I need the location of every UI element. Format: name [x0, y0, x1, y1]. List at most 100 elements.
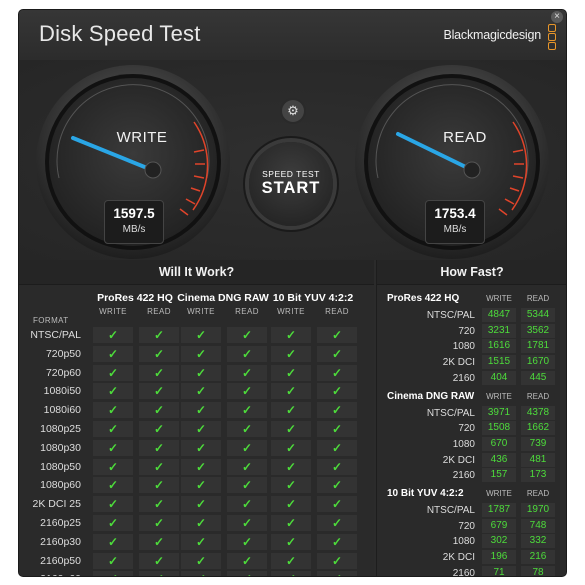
format-row: 2160p30 ✓ ✓ ✓ ✓ ✓ ✓ — [19, 533, 374, 551]
check-icon: ✓ — [93, 571, 133, 576]
how-fast-row: 1080 302 332 — [377, 534, 566, 549]
read-speed-unit: MB/s — [443, 224, 467, 235]
check-icon: ✓ — [227, 345, 267, 362]
write-fps-value: 670 — [482, 436, 516, 451]
check-icon: ✓ — [139, 552, 179, 569]
format-name: 2160p30 — [40, 535, 81, 548]
start-button[interactable]: SPEED TEST START — [249, 142, 333, 226]
read-readout: 1753.4 MB/s — [425, 200, 485, 244]
check-icon: ✓ — [227, 383, 267, 400]
check-icon: ✓ — [271, 571, 311, 576]
check-icon: ✓ — [317, 533, 357, 550]
settings-button[interactable]: ⚙ — [282, 100, 304, 122]
how-fast-row: 2160 404 445 — [377, 370, 566, 386]
check-icon: ✓ — [93, 439, 133, 456]
check-icon: ✓ — [139, 327, 179, 343]
format-name: 1080p30 — [40, 441, 81, 454]
format-row: 1080i60 ✓ ✓ ✓ ✓ ✓ ✓ — [19, 401, 374, 419]
format-name: 2K DCI 25 — [32, 498, 81, 511]
section-name: 10 Bit YUV 4:2:2 — [387, 488, 464, 499]
check-icon: ✓ — [139, 533, 179, 550]
check-icon: ✓ — [139, 477, 179, 494]
format-row: NTSC/PAL ✓ ✓ ✓ ✓ ✓ ✓ — [19, 326, 374, 344]
check-icon: ✓ — [93, 477, 133, 494]
check-icon: ✓ — [181, 477, 221, 494]
check-icon: ✓ — [317, 477, 357, 494]
write-fps-value: 3231 — [482, 323, 516, 338]
read-fps-value: 739 — [521, 436, 555, 451]
check-icon: ✓ — [271, 345, 311, 362]
format-name: 2160p25 — [40, 517, 81, 529]
write-fps-value: 3971 — [482, 405, 516, 420]
check-icon: ✓ — [227, 364, 267, 381]
check-icon: ✓ — [317, 421, 357, 437]
format-name: 1080p60 — [40, 479, 81, 492]
check-icon: ✓ — [93, 496, 133, 513]
write-column-header: WRITE — [486, 489, 512, 498]
how-fast-row: 2160 157 173 — [377, 468, 566, 483]
format-name: NTSC/PAL — [426, 310, 475, 321]
read-fps-value: 445 — [521, 370, 555, 385]
how-fast-section-header: 10 Bit YUV 4:2:2 WRITE READ — [377, 487, 566, 501]
check-icon: ✓ — [271, 515, 311, 531]
check-icon: ✓ — [139, 515, 179, 531]
format-row: 2K DCI 25 ✓ ✓ ✓ ✓ ✓ ✓ — [19, 495, 374, 513]
read-fps-value: 1781 — [521, 339, 555, 354]
check-icon: ✓ — [317, 439, 357, 456]
format-name: 2160p50 — [40, 554, 81, 567]
format-row: 1080p50 ✓ ✓ ✓ ✓ ✓ ✓ — [19, 458, 374, 476]
check-icon: ✓ — [181, 439, 221, 456]
check-icon: ✓ — [317, 571, 357, 576]
format-name: 2160 — [452, 470, 475, 482]
check-icon: ✓ — [93, 327, 133, 343]
close-icon[interactable]: × — [551, 11, 563, 23]
check-icon: ✓ — [317, 383, 357, 400]
check-icon: ✓ — [317, 364, 357, 381]
write-fps-value: 1787 — [482, 503, 516, 517]
format-name: 1080i60 — [43, 404, 81, 417]
check-icon: ✓ — [227, 402, 267, 419]
check-icon: ✓ — [93, 364, 133, 381]
check-icon: ✓ — [181, 383, 221, 400]
format-name: NTSC/PAL — [30, 329, 81, 341]
read-fps-value: 748 — [521, 518, 555, 533]
check-icon: ✓ — [317, 552, 357, 569]
format-name: 1080p50 — [40, 460, 81, 473]
check-icon: ✓ — [317, 402, 357, 419]
read-fps-value: 3562 — [521, 323, 555, 338]
check-icon: ✓ — [317, 345, 357, 362]
title-bar: Disk Speed Test Blackmagicdesign — [19, 10, 566, 60]
check-icon: ✓ — [227, 571, 267, 576]
how-fast-row: 720 1508 1662 — [377, 421, 566, 436]
format-row: 2160p60✓✓✓✓✓✓ — [19, 570, 374, 576]
check-icon: ✓ — [181, 421, 221, 437]
check-icon: ✓ — [227, 552, 267, 569]
check-icon: ✓ — [93, 402, 133, 419]
read-column-header: READ — [526, 391, 550, 401]
section-name: Cinema DNG RAW — [387, 390, 475, 402]
check-icon: ✓ — [181, 364, 221, 381]
format-row: 720p60 ✓ ✓ ✓ ✓ ✓ ✓ — [19, 364, 374, 382]
how-fast-row: 2K DCI 196 216 — [377, 550, 566, 565]
check-icon: ✓ — [139, 421, 179, 437]
read-column-header: READ — [526, 294, 550, 303]
check-icon: ✓ — [139, 383, 179, 400]
check-icon: ✓ — [317, 496, 357, 513]
how-fast-section-header: ProRes 422 HQ WRITE READ — [377, 292, 566, 306]
sub-header-cinema-dng-write: WRITE — [187, 307, 215, 316]
format-name: 1080i50 — [43, 385, 81, 398]
format-name: 2160 — [452, 567, 475, 576]
check-icon: ✓ — [271, 439, 311, 456]
check-icon: ✓ — [181, 458, 221, 475]
write-fps-value: 1508 — [482, 421, 516, 436]
check-icon: ✓ — [93, 458, 133, 475]
check-icon: ✓ — [181, 402, 221, 419]
write-needle-hub — [144, 161, 162, 179]
check-icon: ✓ — [139, 439, 179, 456]
format-name: 1080 — [452, 438, 475, 450]
will-it-work-title: Will It Work? — [19, 260, 374, 285]
read-gauge-label: READ — [443, 129, 487, 146]
format-name: 2K DCI — [442, 357, 475, 369]
read-fps-value: 332 — [521, 534, 555, 549]
format-row: 2160p25 ✓ ✓ ✓ ✓ ✓ ✓ — [19, 514, 374, 532]
